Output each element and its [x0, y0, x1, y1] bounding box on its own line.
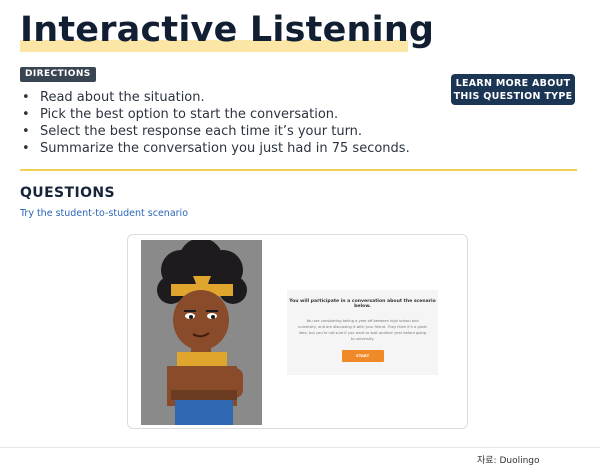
scenario-text: You are considering taking a year off be…: [298, 319, 427, 341]
scenario-link[interactable]: Try the student-to-student scenario: [20, 208, 188, 219]
list-item: • Read about the situation.: [22, 89, 410, 106]
page-title: Interactive Listening: [20, 10, 435, 50]
section-divider: [20, 169, 577, 171]
learn-more-label-line1: LEARN MORE ABOUT: [455, 78, 571, 89]
list-item: • Select the best response each time it’s…: [22, 123, 410, 140]
character-image: [141, 240, 262, 425]
scenario-panel: You will participate in a conversation a…: [287, 290, 438, 375]
questions-heading: QUESTIONS: [20, 185, 115, 201]
preview-card: You will participate in a conversation a…: [127, 234, 468, 429]
direction-text: Select the best response each time it’s …: [40, 124, 363, 139]
direction-text: Summarize the conversation you just had …: [40, 141, 410, 156]
bullet-icon: •: [22, 124, 30, 139]
list-item: • Pick the best option to start the conve…: [22, 106, 410, 123]
bullet-icon: •: [22, 107, 30, 122]
list-item: • Summarize the conversation you just had…: [22, 140, 410, 157]
directions-badge: DIRECTIONS: [20, 67, 96, 82]
learn-more-button[interactable]: LEARN MORE ABOUT THIS QUESTION TYPE: [451, 74, 575, 105]
source-caption: 자료: Duolingo: [477, 456, 540, 466]
directions-list: • Read about the situation. • Pick the bes…: [22, 89, 410, 157]
learn-more-label-line2: THIS QUESTION TYPE: [453, 91, 573, 102]
bullet-icon: •: [22, 141, 30, 156]
direction-text: Read about the situation.: [40, 90, 205, 105]
bullet-icon: •: [22, 90, 30, 105]
footer-divider: [0, 447, 600, 448]
scenario-heading: You will participate in a conversation a…: [289, 299, 436, 309]
start-button[interactable]: START: [341, 350, 384, 362]
direction-text: Pick the best option to start the conver…: [40, 107, 339, 122]
character-illustration: [141, 240, 262, 425]
